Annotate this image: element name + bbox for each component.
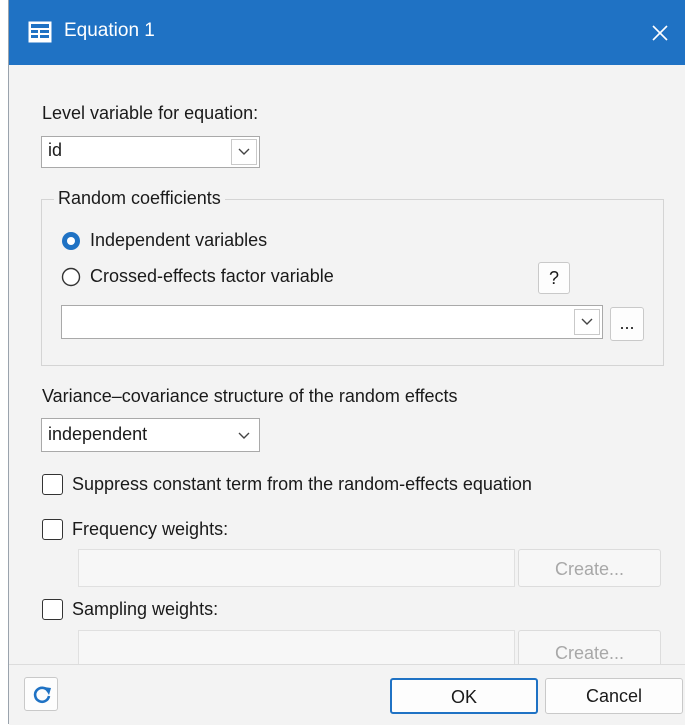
level-variable-combo[interactable]: id xyxy=(41,136,260,168)
frequency-weights-field xyxy=(78,549,515,587)
dialog-footer: OK Cancel xyxy=(9,664,685,725)
factor-variable-combo[interactable] xyxy=(61,305,603,339)
frequency-weights-checkbox[interactable] xyxy=(42,519,63,540)
browse-button[interactable]: ... xyxy=(610,307,644,341)
title-bar: Equation 1 xyxy=(9,0,685,65)
reset-button[interactable] xyxy=(24,677,58,711)
level-variable-value: id xyxy=(48,140,63,160)
chevron-down-icon xyxy=(238,148,250,155)
level-dropdown-button[interactable] xyxy=(231,139,257,165)
factor-dropdown-button[interactable] xyxy=(574,309,600,335)
close-icon[interactable] xyxy=(643,16,677,50)
refresh-icon xyxy=(33,686,51,704)
suppress-constant-checkbox[interactable] xyxy=(42,474,63,495)
random-coefficients-title: Random coefficients xyxy=(54,188,225,209)
frequency-create-button: Create... xyxy=(518,549,661,587)
suppress-constant-label[interactable]: Suppress constant term from the random-e… xyxy=(72,474,532,495)
sampling-create-button: Create... xyxy=(518,630,661,668)
chevron-down-icon xyxy=(581,318,593,325)
sampling-weights-field xyxy=(78,630,515,668)
chevron-down-icon xyxy=(238,432,250,439)
help-button[interactable]: ? xyxy=(538,262,570,294)
dialog-window: Equation 1 Level variable for equation: … xyxy=(8,0,685,725)
ok-button[interactable]: OK xyxy=(390,678,538,714)
independent-variables-label[interactable]: Independent variables xyxy=(90,230,267,251)
cancel-button[interactable]: Cancel xyxy=(545,678,683,714)
radio-independent-variables[interactable] xyxy=(61,231,81,251)
radio-crossed-effects[interactable] xyxy=(61,267,81,287)
crossed-effects-label[interactable]: Crossed-effects factor variable xyxy=(90,266,334,287)
sampling-weights-checkbox[interactable] xyxy=(42,599,63,620)
covariance-structure-label: Variance–covariance structure of the ran… xyxy=(42,386,458,406)
frequency-weights-label[interactable]: Frequency weights: xyxy=(72,519,228,540)
sampling-weights-label[interactable]: Sampling weights: xyxy=(72,599,218,620)
level-variable-label: Level variable for equation: xyxy=(42,103,259,123)
covariance-structure-select[interactable]: independent xyxy=(41,418,260,452)
table-icon xyxy=(28,21,52,43)
covariance-structure-value: independent xyxy=(48,424,148,444)
window-title: Equation 1 xyxy=(64,20,155,41)
